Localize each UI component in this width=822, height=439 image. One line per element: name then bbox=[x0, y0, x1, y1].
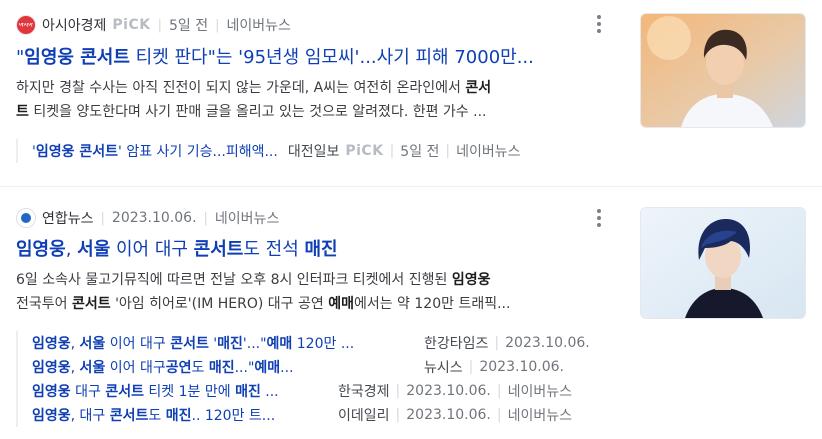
news-item-2: 연합뉴스 | 2023.10.06. | 네이버뉴스 임영웅, 서울 이어 대구… bbox=[0, 187, 822, 439]
related-time: 2023.10.06. bbox=[406, 407, 491, 423]
related-news-list: '임영웅 콘서트' 암표 사기 기승...피해액... 대전일보 PiCK | … bbox=[16, 139, 612, 163]
news-item-1: 아시아경제 아시아경제 PiCK | 5일 전 | 네이버뉴스 "임영웅 콘서트… bbox=[0, 0, 822, 186]
news-description[interactable]: 하지만 경찰 수사는 아직 진전이 되지 않는 가운데, A씨는 여전히 온라인… bbox=[16, 76, 606, 124]
related-press-name[interactable]: 뉴시스 bbox=[424, 357, 463, 377]
published-time: 5일 전 bbox=[168, 18, 209, 34]
related-time: 2023.10.06. bbox=[406, 383, 491, 399]
separator: | bbox=[203, 210, 208, 226]
separator: | bbox=[100, 210, 105, 226]
related-press-name[interactable]: 한강타임즈 bbox=[424, 333, 488, 353]
news-thumbnail[interactable] bbox=[640, 13, 806, 128]
naver-news-link[interactable]: 네이버뉴스 bbox=[508, 381, 572, 401]
press-info-row: 아시아경제 아시아경제 PiCK | 5일 전 | 네이버뉴스 bbox=[16, 15, 291, 35]
thumbnail-image bbox=[641, 14, 805, 127]
separator: | bbox=[496, 383, 502, 399]
related-press-name[interactable]: 이데일리 bbox=[338, 405, 390, 425]
news-thumbnail[interactable] bbox=[640, 207, 806, 319]
separator: | bbox=[215, 17, 220, 33]
more-options-icon[interactable] bbox=[589, 206, 609, 230]
related-time: 2023.10.06. bbox=[479, 359, 564, 375]
news-description[interactable]: 6일 소속사 물고기뮤직에 따르면 전날 오후 8시 인터파크 티켓에서 진행된… bbox=[16, 268, 606, 316]
related-news-title[interactable]: 임영웅 대구 콘서트 티켓 1분 만에 매진 ... bbox=[32, 381, 328, 401]
related-press-name[interactable]: 대전일보 bbox=[288, 141, 340, 161]
related-news-title[interactable]: 임영웅, 대구 콘서트도 매진.. 120만 트... bbox=[32, 405, 328, 425]
separator: | bbox=[496, 407, 502, 423]
more-options-icon[interactable] bbox=[589, 12, 609, 36]
separator: | bbox=[395, 407, 401, 423]
thumbnail-image bbox=[641, 208, 805, 318]
press-logo[interactable] bbox=[16, 208, 36, 228]
news-title-link[interactable]: 임영웅, 서울 이어 대구 콘서트도 전석 매진 bbox=[16, 238, 606, 262]
related-news-title[interactable]: '임영웅 콘서트' 암표 사기 기승...피해액... bbox=[32, 141, 278, 161]
pick-badge: PiCK bbox=[345, 143, 384, 159]
press-name[interactable]: 연합뉴스 bbox=[42, 208, 94, 228]
separator: | bbox=[494, 335, 500, 351]
naver-news-link[interactable]: 네이버뉴스 bbox=[456, 141, 520, 161]
related-press-name[interactable]: 한국경제 bbox=[338, 381, 390, 401]
related-news-item: 임영웅, 서울 이어 대구 콘서트 '매진'..."예매 120만 ... 한강… bbox=[32, 331, 612, 355]
separator: | bbox=[157, 17, 162, 33]
published-time: 2023.10.06. bbox=[111, 210, 197, 226]
press-logo-text: 아시아경제 bbox=[19, 22, 33, 28]
related-news-title[interactable]: 임영웅, 서울 이어 대구 콘서트 '매진'..."예매 120만 ... bbox=[32, 333, 414, 353]
press-logo[interactable]: 아시아경제 bbox=[16, 15, 36, 35]
press-name[interactable]: 아시아경제 bbox=[42, 15, 106, 35]
related-news-item: 임영웅, 대구 콘서트도 매진.. 120만 트... 이데일리 | 2023.… bbox=[32, 403, 612, 427]
related-news-item: 임영웅 대구 콘서트 티켓 1분 만에 매진 ... 한국경제 | 2023.1… bbox=[32, 379, 612, 403]
related-news-title[interactable]: 임영웅, 서울 이어 대구공연도 매진..."예매... bbox=[32, 357, 414, 377]
press-info-row: 연합뉴스 | 2023.10.06. | 네이버뉴스 bbox=[16, 208, 279, 228]
naver-news-link[interactable]: 네이버뉴스 bbox=[508, 405, 572, 425]
related-time: 5일 전 bbox=[400, 144, 440, 160]
naver-news-link[interactable]: 네이버뉴스 bbox=[215, 208, 279, 228]
news-title-link[interactable]: "임영웅 콘서트 티켓 판다"는 '95년생 임모씨'...사기 피해 7000… bbox=[16, 46, 606, 70]
separator: | bbox=[389, 143, 395, 159]
naver-news-link[interactable]: 네이버뉴스 bbox=[227, 15, 291, 35]
separator: | bbox=[445, 143, 451, 159]
related-news-item: '임영웅 콘서트' 암표 사기 기승...피해액... 대전일보 PiCK | … bbox=[32, 139, 612, 163]
related-time: 2023.10.06. bbox=[505, 335, 590, 351]
pick-badge: PiCK bbox=[112, 17, 151, 33]
related-news-list: 임영웅, 서울 이어 대구 콘서트 '매진'..."예매 120만 ... 한강… bbox=[16, 331, 612, 427]
related-news-item: 임영웅, 서울 이어 대구공연도 매진..."예매... 뉴시스 | 2023.… bbox=[32, 355, 612, 379]
separator: | bbox=[395, 383, 401, 399]
separator: | bbox=[468, 359, 474, 375]
